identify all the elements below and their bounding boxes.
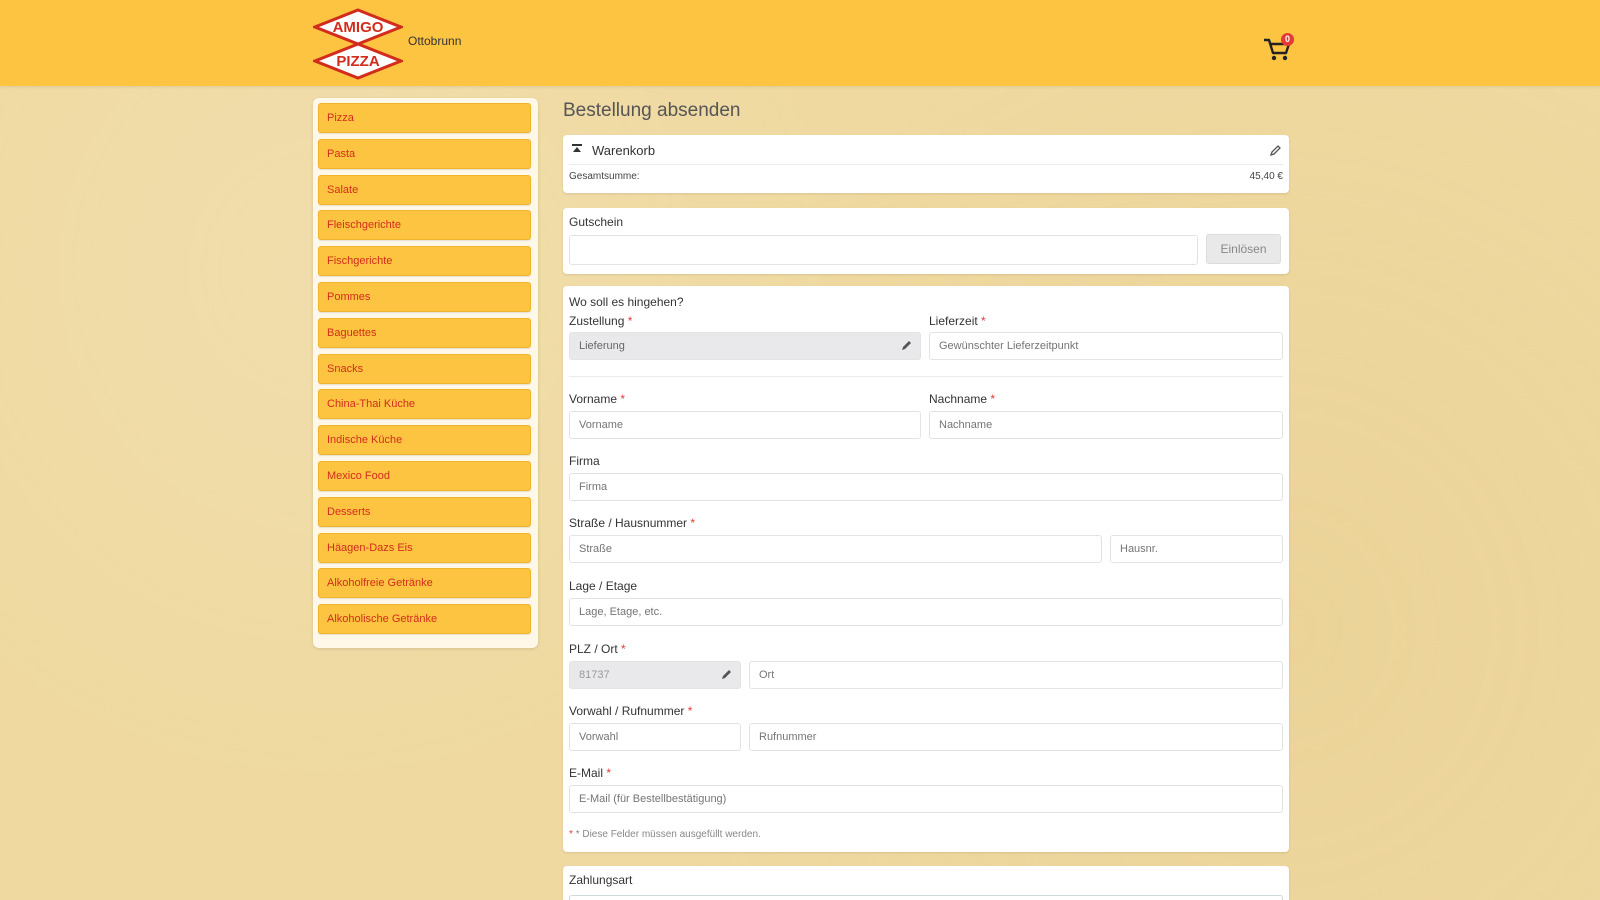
- plz-label: PLZ / Ort *: [569, 642, 626, 656]
- cart-total-value: 45,40 €: [1249, 171, 1283, 182]
- telefon-label: Vorwahl / Rufnummer *: [569, 704, 693, 718]
- category-snacks[interactable]: Snacks: [318, 353, 531, 384]
- category-mexico-food[interactable]: Mexico Food: [318, 460, 531, 491]
- cart-heading: Warenkorb: [592, 143, 656, 158]
- lage-label: Lage / Etage: [569, 579, 638, 593]
- ort-input[interactable]: [749, 661, 1283, 689]
- plz-field[interactable]: 81737: [569, 661, 741, 689]
- category-pommes[interactable]: Pommes: [318, 281, 531, 312]
- svg-text:AMIGO: AMIGO: [333, 19, 384, 36]
- category-salate[interactable]: Salate: [318, 174, 531, 205]
- lage-input[interactable]: [569, 598, 1283, 626]
- zustellung-label: Zustellung *: [569, 314, 633, 328]
- strasse-label: Straße / Hausnummer *: [569, 516, 696, 530]
- category-sidebar: Pizza Pasta Salate Fleischgerichte Fisch…: [313, 98, 538, 648]
- edit-pencil-icon[interactable]: [1269, 145, 1281, 157]
- top-bar: AMIGO PIZZA Ottobrunn 0: [0, 0, 1600, 86]
- nachname-input[interactable]: [929, 411, 1283, 439]
- cart-divider: [569, 164, 1283, 165]
- redeem-coupon-button[interactable]: Einlösen: [1206, 234, 1281, 264]
- category-haagen-dazs[interactable]: Häagen-Dazs Eis: [318, 532, 531, 563]
- firma-input[interactable]: [569, 473, 1283, 501]
- required-fields-note: * * Diese Felder müssen ausgefüllt werde…: [569, 829, 761, 840]
- edit-pencil-icon: [722, 670, 731, 679]
- category-fischgerichte[interactable]: Fischgerichte: [318, 246, 531, 277]
- category-desserts[interactable]: Desserts: [318, 496, 531, 527]
- category-indische-kueche[interactable]: Indische Küche: [318, 425, 531, 456]
- rufnummer-input[interactable]: [749, 723, 1283, 751]
- amigo-pizza-logo[interactable]: AMIGO PIZZA: [313, 8, 403, 80]
- strasse-input[interactable]: [569, 535, 1102, 563]
- nachname-label: Nachname *: [929, 392, 996, 406]
- coupon-input[interactable]: [569, 235, 1198, 265]
- delivery-question: Wo soll es hingehen?: [569, 295, 684, 309]
- coupon-label: Gutschein: [569, 215, 624, 229]
- edit-pencil-icon: [902, 341, 911, 350]
- category-alkoholfreie-getraenke[interactable]: Alkoholfreie Getränke: [318, 568, 531, 599]
- form-divider: [569, 376, 1283, 377]
- vorname-input[interactable]: [569, 411, 921, 439]
- payment-label: Zahlungsart: [569, 873, 633, 887]
- email-label: E-Mail *: [569, 766, 612, 780]
- lieferzeit-input[interactable]: [929, 332, 1283, 360]
- vorname-label: Vorname *: [569, 392, 626, 406]
- chevron-collapse-icon[interactable]: [571, 143, 583, 155]
- category-china-thai[interactable]: China-Thai Küche: [318, 389, 531, 420]
- vorwahl-input[interactable]: [569, 723, 741, 751]
- category-baguettes[interactable]: Baguettes: [318, 317, 531, 348]
- page-title: Bestellung absenden: [563, 100, 741, 121]
- svg-text:PIZZA: PIZZA: [336, 53, 379, 70]
- delivery-form-card: Wo soll es hingehen? Zustellung * Liefer…: [563, 286, 1289, 852]
- payment-card: Zahlungsart: [563, 866, 1289, 900]
- lieferzeit-label: Lieferzeit *: [929, 314, 986, 328]
- hausnummer-input[interactable]: [1110, 535, 1283, 563]
- category-pizza[interactable]: Pizza: [318, 103, 531, 133]
- zustellung-select[interactable]: Lieferung: [569, 332, 921, 360]
- category-pasta[interactable]: Pasta: [318, 138, 531, 169]
- coupon-card: Gutschein Einlösen: [563, 208, 1289, 274]
- cart-count-badge: 0: [1281, 33, 1294, 46]
- cart-total-label: Gesamtsumme:: [569, 171, 640, 182]
- payment-select[interactable]: [569, 895, 1283, 900]
- category-alkoholische-getraenke[interactable]: Alkoholische Getränke: [318, 604, 531, 635]
- category-fleischgerichte[interactable]: Fleischgerichte: [318, 210, 531, 241]
- email-input[interactable]: [569, 785, 1283, 813]
- cart-summary-card: Warenkorb Gesamtsumme: 45,40 €: [563, 135, 1289, 193]
- location-label: Ottobrunn: [408, 34, 462, 48]
- firma-label: Firma: [569, 454, 600, 468]
